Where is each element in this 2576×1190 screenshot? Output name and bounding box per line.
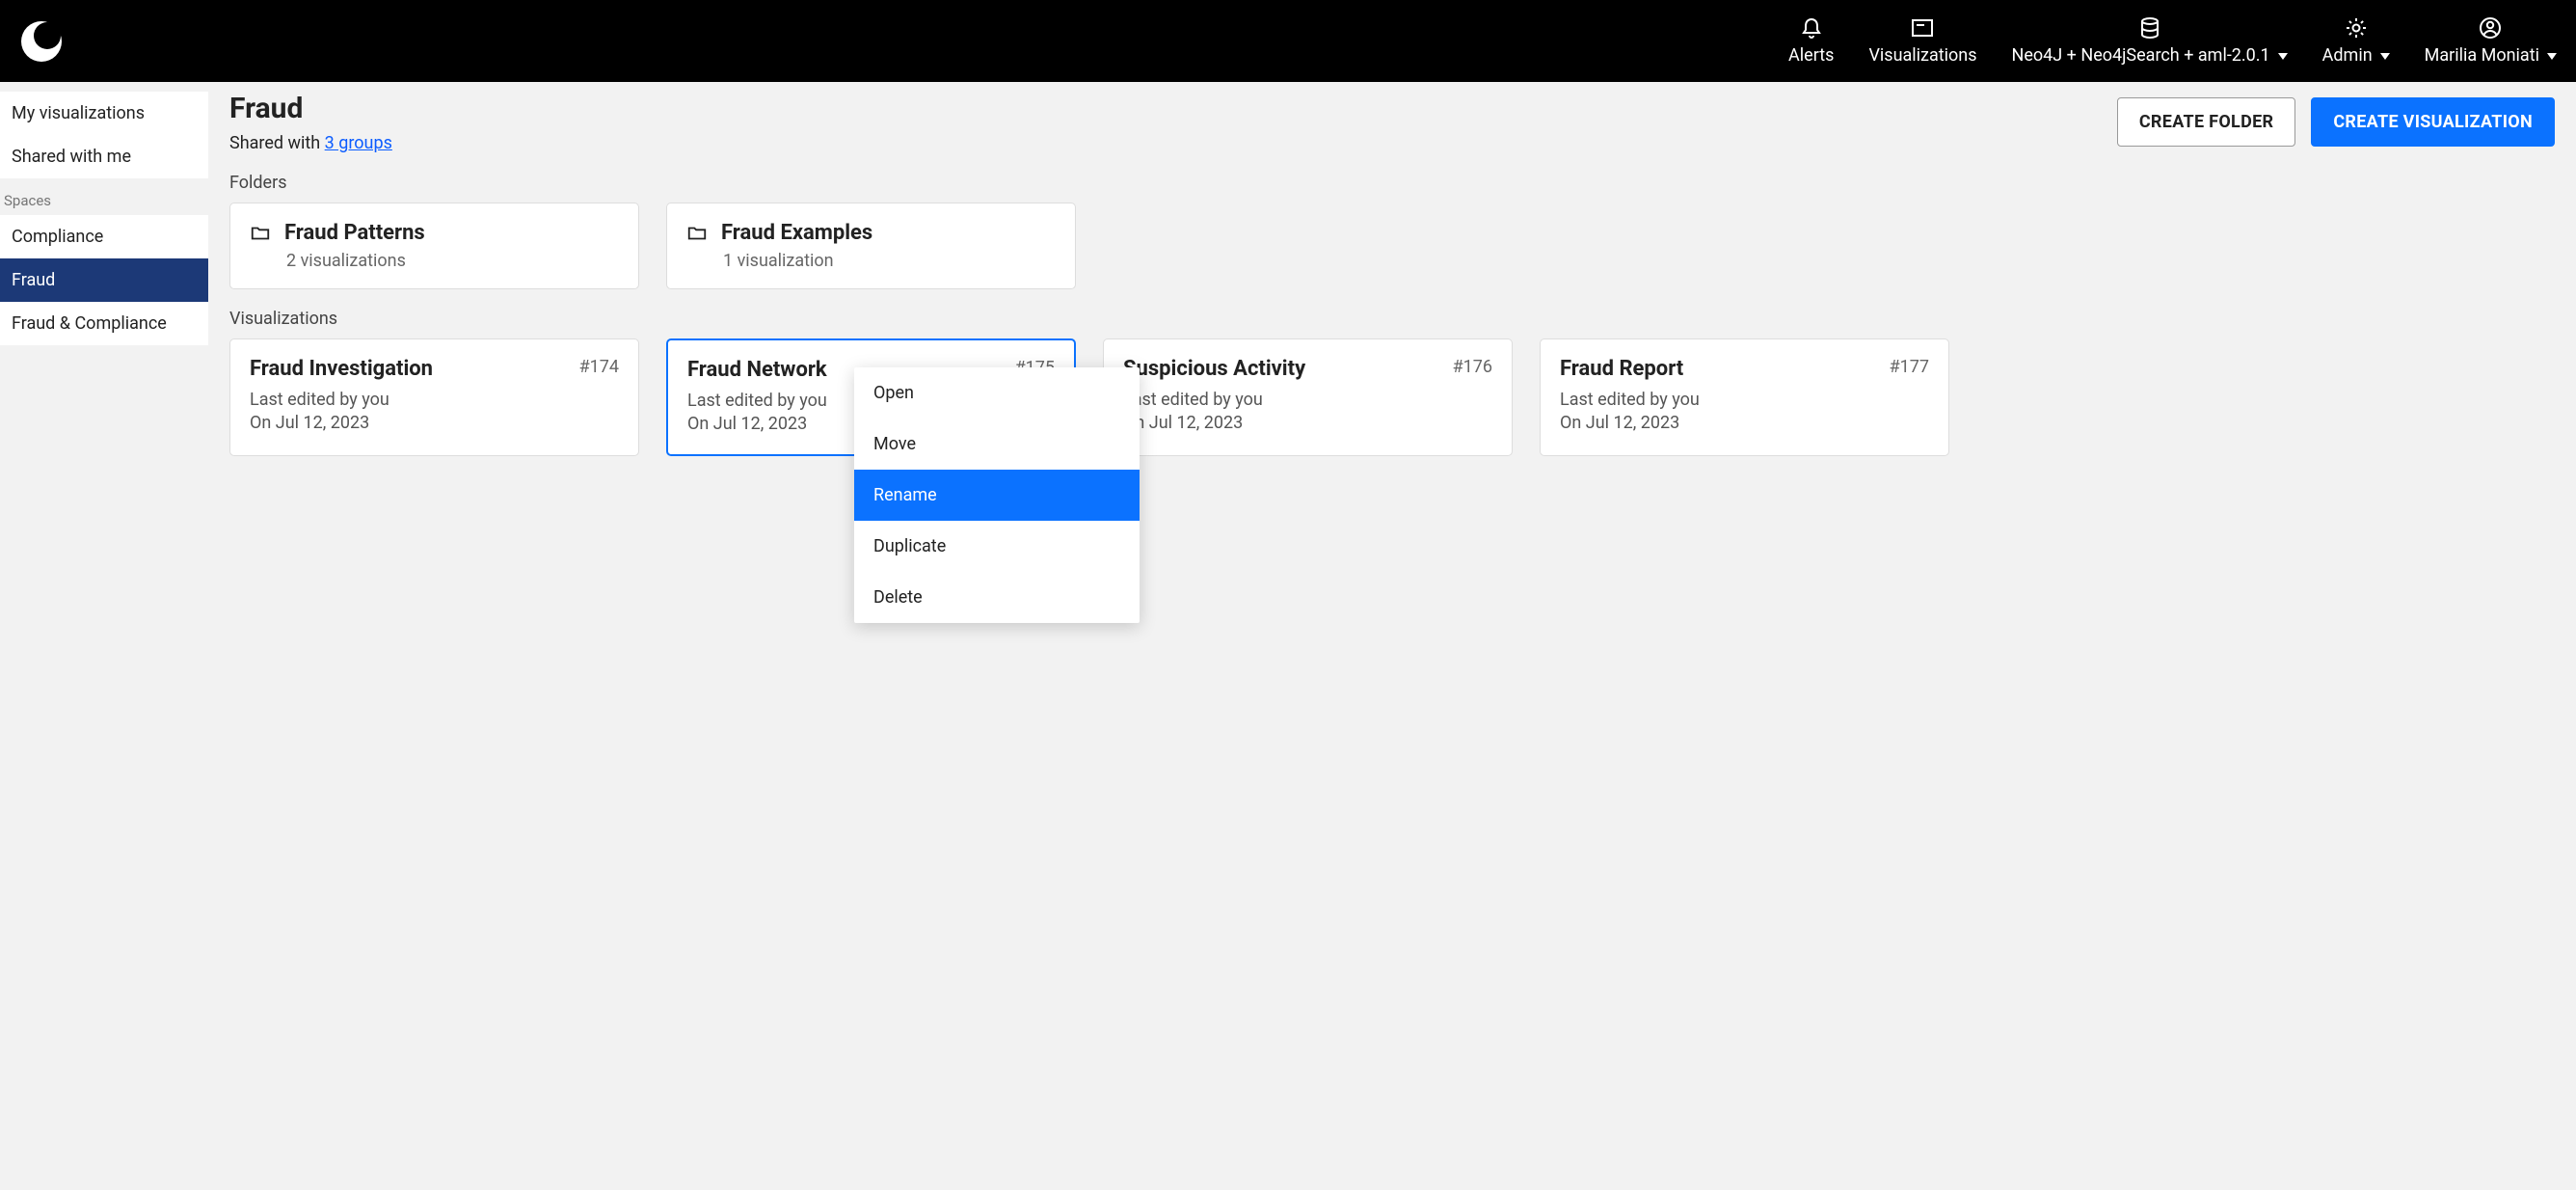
- topbar-user[interactable]: Marilia Moniati: [2425, 16, 2557, 66]
- shared-with-link[interactable]: 3 groups: [325, 133, 392, 153]
- visualization-icon: [1911, 16, 1934, 40]
- visualization-id: #177: [1890, 357, 1929, 377]
- context-menu-open[interactable]: Open: [854, 367, 1140, 419]
- database-icon: [2138, 16, 2161, 40]
- visualization-date: On Jul 12, 2023: [1123, 412, 1492, 435]
- topbar-user-label: Marilia Moniati: [2425, 45, 2539, 66]
- context-menu: Open Move Rename Duplicate Delete: [854, 367, 1140, 623]
- create-folder-button[interactable]: CREATE FOLDER: [2117, 97, 2295, 147]
- visualization-card[interactable]: Suspicious Activity #176 Last edited by …: [1103, 338, 1513, 456]
- topbar-nav: Alerts Visualizations Neo4J + Neo4jSearc…: [1788, 16, 2557, 66]
- shared-with-prefix: Shared with: [229, 133, 325, 153]
- page-title: Fraud: [229, 92, 392, 125]
- visualization-edited-by: Last edited by you: [1123, 389, 1492, 412]
- topbar: Alerts Visualizations Neo4J + Neo4jSearc…: [0, 0, 2576, 82]
- folder-sub: 2 visualizations: [286, 251, 619, 271]
- context-menu-duplicate[interactable]: Duplicate: [854, 521, 1140, 572]
- main-content: Fraud Shared with 3 groups CREATE FOLDER…: [208, 82, 2576, 495]
- sidebar: My visualizations Shared with me Spaces …: [0, 82, 208, 495]
- sidebar-space-fraud-compliance[interactable]: Fraud & Compliance: [0, 302, 208, 345]
- folder-title: Fraud Patterns: [284, 221, 425, 245]
- topbar-datasource-label: Neo4J + Neo4jSearch + aml-2.0.1: [2012, 45, 2270, 66]
- topbar-visualizations-label: Visualizations: [1868, 45, 1976, 66]
- bell-icon: [1800, 16, 1823, 40]
- visualization-date: On Jul 12, 2023: [1560, 412, 1929, 435]
- topbar-alerts-label: Alerts: [1788, 45, 1834, 66]
- sidebar-space-fraud[interactable]: Fraud: [0, 258, 208, 302]
- user-icon: [2479, 16, 2502, 40]
- topbar-admin-label: Admin: [2322, 45, 2373, 66]
- visualization-edited-by: Last edited by you: [1560, 389, 1929, 412]
- visualization-title: Fraud Investigation: [250, 357, 433, 381]
- topbar-alerts[interactable]: Alerts: [1788, 16, 1834, 66]
- visualization-card[interactable]: Fraud Report #177 Last edited by you On …: [1540, 338, 1949, 456]
- visualization-id: #174: [579, 357, 619, 377]
- logo-icon: [19, 19, 64, 64]
- gear-icon: [2345, 16, 2368, 40]
- shared-with-row: Shared with 3 groups: [229, 133, 392, 153]
- folders-grid: Fraud Patterns 2 visualizations Fraud Ex…: [229, 203, 2555, 289]
- topbar-admin[interactable]: Admin: [2322, 16, 2390, 66]
- folder-icon: [686, 223, 708, 244]
- folder-icon: [250, 223, 271, 244]
- visualization-card[interactable]: Fraud Investigation #174 Last edited by …: [229, 338, 639, 456]
- sidebar-item-my-visualizations[interactable]: My visualizations: [0, 92, 208, 135]
- visualization-edited-by: Last edited by you: [250, 389, 619, 412]
- folder-sub: 1 visualization: [723, 251, 1056, 271]
- context-menu-delete[interactable]: Delete: [854, 572, 1140, 623]
- visualizations-section-label: Visualizations: [229, 309, 2555, 329]
- topbar-datasource[interactable]: Neo4J + Neo4jSearch + aml-2.0.1: [2012, 16, 2288, 66]
- folder-title: Fraud Examples: [721, 221, 872, 245]
- visualization-title: Fraud Network: [687, 358, 827, 382]
- sidebar-spaces-label: Spaces: [0, 178, 208, 215]
- folders-section-label: Folders: [229, 173, 2555, 193]
- context-menu-move[interactable]: Move: [854, 419, 1140, 470]
- chevron-down-icon: [2547, 53, 2557, 60]
- sidebar-item-shared-with-me[interactable]: Shared with me: [0, 135, 208, 178]
- chevron-down-icon: [2380, 53, 2390, 60]
- sidebar-space-compliance[interactable]: Compliance: [0, 215, 208, 258]
- app-logo[interactable]: [19, 19, 64, 64]
- topbar-visualizations[interactable]: Visualizations: [1868, 16, 1976, 66]
- create-visualization-button[interactable]: CREATE VISUALIZATION: [2311, 97, 2555, 147]
- folder-card[interactable]: Fraud Examples 1 visualization: [666, 203, 1076, 289]
- context-menu-rename[interactable]: Rename: [854, 470, 1140, 521]
- visualizations-grid: Fraud Investigation #174 Last edited by …: [229, 338, 2555, 456]
- visualization-date: On Jul 12, 2023: [250, 412, 619, 435]
- chevron-down-icon: [2278, 53, 2288, 60]
- visualization-id: #176: [1453, 357, 1492, 377]
- visualization-title: Suspicious Activity: [1123, 357, 1305, 381]
- visualization-title: Fraud Report: [1560, 357, 1683, 381]
- folder-card[interactable]: Fraud Patterns 2 visualizations: [229, 203, 639, 289]
